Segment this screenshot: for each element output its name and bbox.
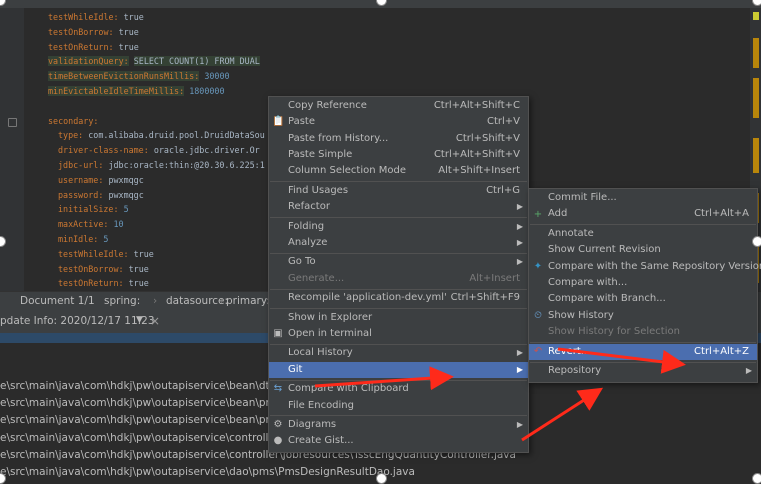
crop-handle[interactable]	[0, 473, 6, 484]
arrow-to-git	[314, 366, 454, 391]
annotation-arrows	[314, 347, 686, 442]
crop-handle[interactable]	[752, 236, 761, 247]
arrow-to-revert	[557, 347, 686, 374]
arrow-from-bottom	[521, 387, 604, 442]
crop-handle[interactable]	[376, 473, 387, 484]
crop-handle[interactable]	[752, 473, 761, 484]
